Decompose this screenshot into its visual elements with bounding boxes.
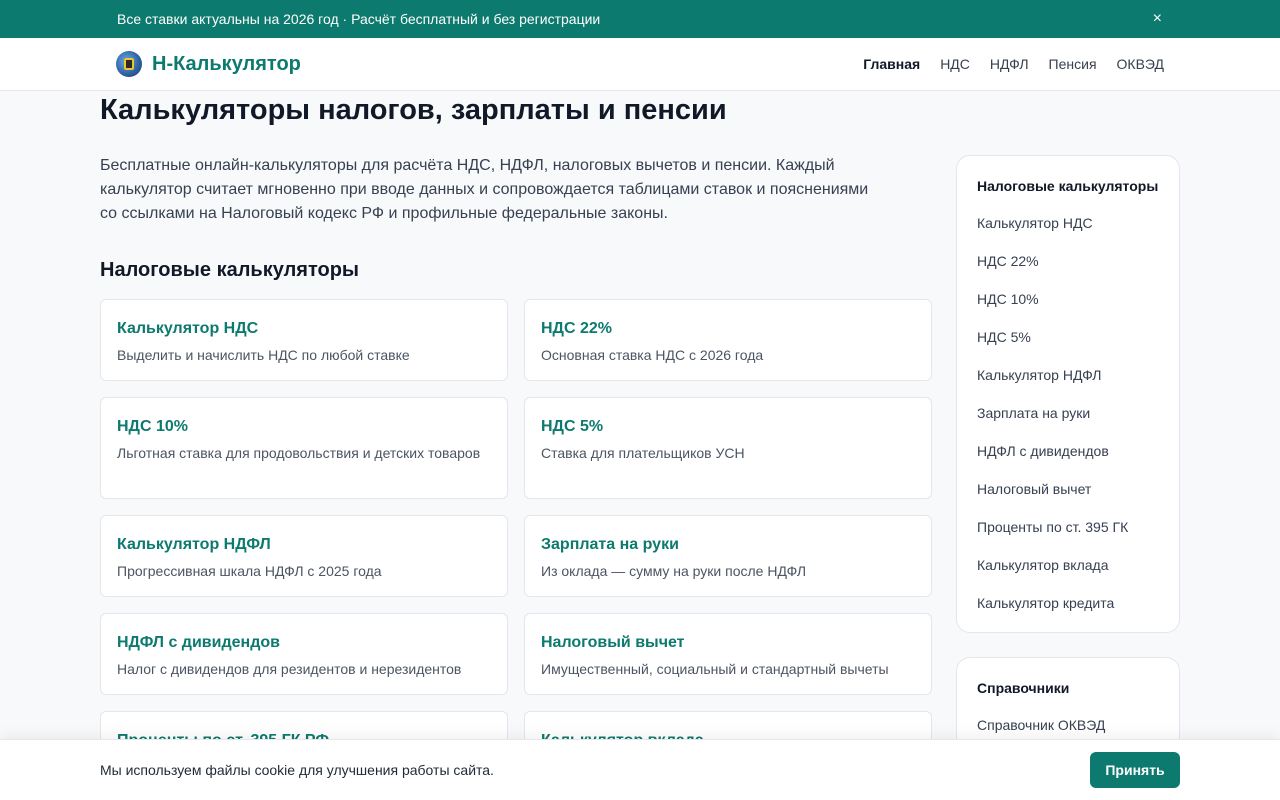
card-title: НДФЛ с дивидендов — [117, 634, 280, 651]
cookie-banner: Мы используем файлы cookie для улучшения… — [0, 739, 1280, 800]
card-description: Налог с дивидендов для резидентов и нере… — [117, 661, 462, 677]
calculator-card[interactable]: Калькулятор НДС Выделить и начислить НДС… — [100, 299, 508, 381]
calculator-card[interactable]: НДС 22% Основная ставка НДС с 2026 года — [524, 299, 932, 381]
logo-text: Н-Калькулятор — [152, 52, 301, 75]
sidebar-link[interactable]: Калькулятор НДС — [977, 204, 1159, 242]
sidebar-link[interactable]: Калькулятор вклада — [977, 546, 1159, 584]
sidebar-link[interactable]: Зарплата на руки — [977, 394, 1159, 432]
calculator-logo-icon — [116, 51, 142, 77]
sidebar-link[interactable]: Калькулятор НДФЛ — [977, 356, 1159, 394]
nav-item-home[interactable]: Главная — [863, 56, 920, 72]
calculator-card[interactable]: Калькулятор НДФЛ Прогрессивная шкала НДФ… — [100, 515, 508, 597]
close-icon[interactable]: × — [1153, 9, 1162, 29]
sidebar-link[interactable]: Налоговый вычет — [977, 470, 1159, 508]
page-title: Калькуляторы налогов, зарплаты и пенсии — [100, 94, 727, 126]
card-description: Льготная ставка для продовольствия и дет… — [117, 445, 481, 461]
card-title: Зарплата на руки — [541, 536, 679, 553]
nav-item-okved[interactable]: ОКВЭД — [1117, 56, 1164, 72]
site-logo[interactable]: Н-Калькулятор — [116, 51, 301, 77]
card-description: Имущественный, социальный и стандартный … — [541, 661, 889, 677]
card-description: Ставка для плательщиков УСН — [541, 445, 745, 461]
sidebar-link[interactable]: НДС 5% — [977, 318, 1159, 356]
calculator-card[interactable]: Зарплата на руки Из оклада — сумму на ру… — [524, 515, 932, 597]
calculator-card[interactable]: НДФЛ с дивидендов Налог с дивидендов для… — [100, 613, 508, 695]
sidebar-tax-calculators: Налоговые калькуляторы Калькулятор НДС Н… — [956, 155, 1180, 633]
card-title: НДС 10% — [117, 418, 188, 435]
card-title: Налоговый вычет — [541, 634, 685, 651]
card-description: Выделить и начислить НДС по любой ставке — [117, 347, 410, 363]
calculator-card[interactable]: НДС 10% Льготная ставка для продовольств… — [100, 397, 508, 499]
sidebar-heading: Налоговые калькуляторы — [977, 178, 1159, 194]
nav-item-pension[interactable]: Пенсия — [1049, 56, 1097, 72]
calculator-card[interactable]: Налоговый вычет Имущественный, социальны… — [524, 613, 932, 695]
sidebar-link[interactable]: Проценты по ст. 395 ГК — [977, 508, 1159, 546]
intro-text: Бесплатные онлайн-калькуляторы для расчё… — [100, 157, 869, 222]
announcement-bar: Все ставки актуальны на 2026 год · Расчё… — [0, 0, 1280, 38]
card-description: Из оклада — сумму на руки после НДФЛ — [541, 563, 807, 579]
calculator-grid: Калькулятор НДС Выделить и начислить НДС… — [100, 299, 932, 793]
card-title: НДС 5% — [541, 418, 604, 435]
card-title: НДС 22% — [541, 320, 612, 337]
card-title: Калькулятор НДФЛ — [117, 536, 271, 553]
card-title: Калькулятор НДС — [117, 320, 259, 337]
announcement-text: Все ставки актуальны на 2026 год · Расчё… — [117, 11, 601, 27]
sidebar-link[interactable]: НДС 22% — [977, 242, 1159, 280]
main-nav: Главная НДС НДФЛ Пенсия ОКВЭД — [863, 56, 1164, 72]
site-header: Н-Калькулятор Главная НДС НДФЛ Пенсия ОК… — [0, 38, 1280, 91]
sidebar-link[interactable]: НДС 10% — [977, 280, 1159, 318]
card-description: Прогрессивная шкала НДФЛ с 2025 года — [117, 563, 382, 579]
accept-cookies-button[interactable]: Принять — [1090, 752, 1180, 788]
page-content: Калькуляторы налогов, зарплаты и пенсии … — [100, 91, 1180, 793]
sidebar-link[interactable]: Калькулятор кредита — [977, 584, 1159, 622]
calculator-card[interactable]: НДС 5% Ставка для плательщиков УСН — [524, 397, 932, 499]
cookie-text: Мы используем файлы cookie для улучшения… — [100, 762, 494, 778]
nav-item-vat[interactable]: НДС — [940, 56, 970, 72]
sidebar: Налоговые калькуляторы Калькулятор НДС Н… — [956, 155, 1180, 755]
card-description: Основная ставка НДС с 2026 года — [541, 347, 764, 363]
nav-item-ndfl[interactable]: НДФЛ — [990, 56, 1029, 72]
sidebar-link[interactable]: НДФЛ с дивидендов — [977, 432, 1159, 470]
sidebar-heading: Справочники — [977, 680, 1070, 696]
